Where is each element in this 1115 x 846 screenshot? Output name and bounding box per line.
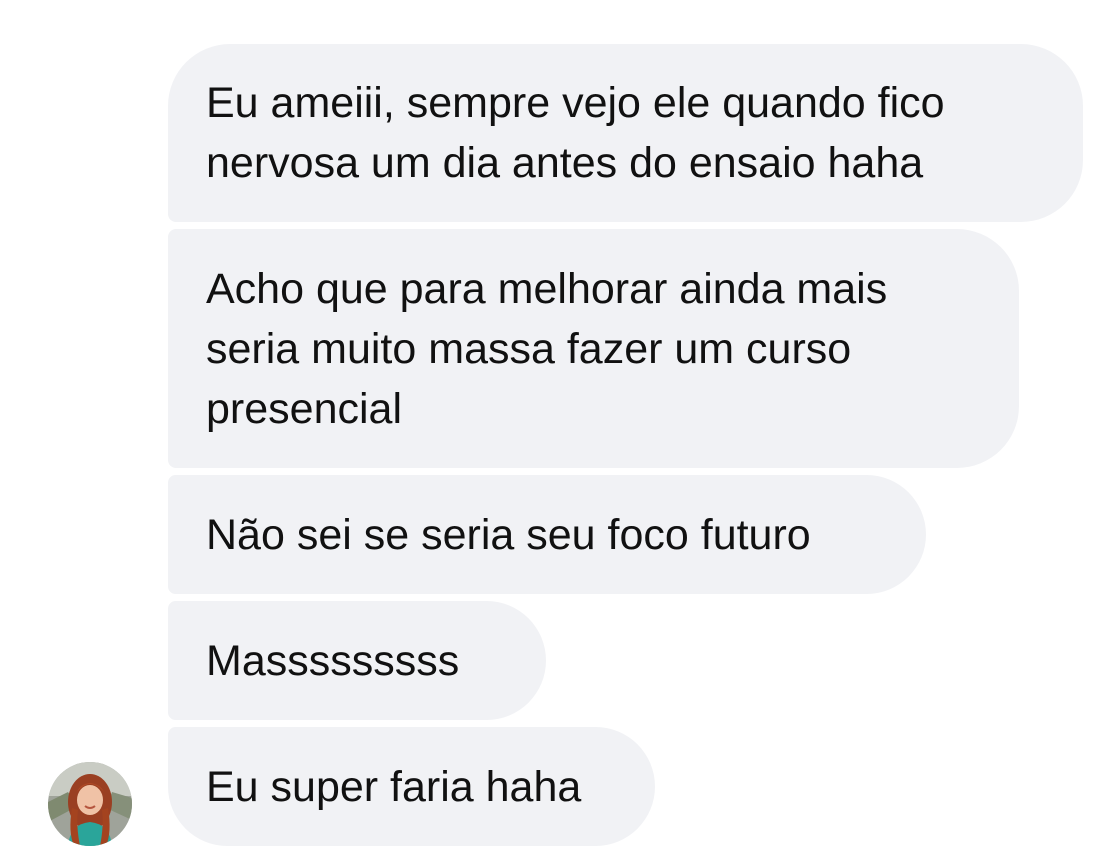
- message-bubble[interactable]: Acho que para melhorar ainda mais seria …: [168, 229, 1019, 468]
- sender-avatar[interactable]: [48, 762, 132, 846]
- message-bubble[interactable]: Não sei se seria seu foco futuro: [168, 475, 926, 594]
- message-bubble[interactable]: Eu ameiii, sempre vejo ele quando fico n…: [168, 44, 1083, 222]
- message-bubble[interactable]: Eu super faria haha: [168, 727, 655, 846]
- user-avatar-photo-icon: [48, 762, 132, 846]
- message-bubble[interactable]: Masssssssss: [168, 601, 546, 720]
